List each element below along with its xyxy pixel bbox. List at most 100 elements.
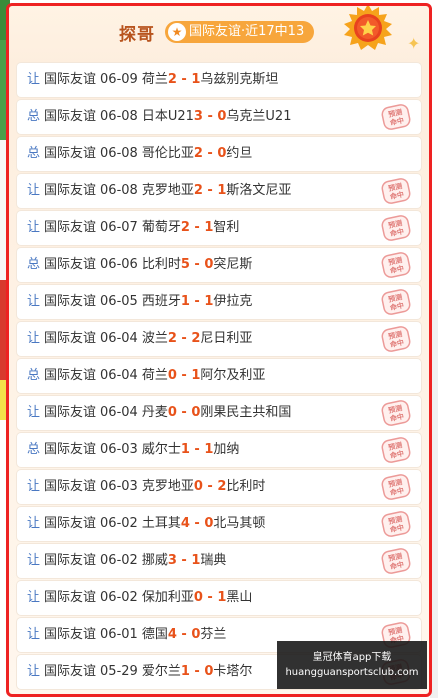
away-team: 约旦: [226, 146, 253, 161]
away-team: 刚果民主共和国: [200, 405, 292, 420]
home-score: 0: [167, 368, 177, 383]
league-name: 国际友谊: [44, 109, 97, 124]
home-score: 1: [180, 664, 190, 679]
away-team: 卡塔尔: [213, 664, 253, 679]
league-name: 国际友谊: [44, 479, 97, 494]
record-row[interactable]: 总国际友谊 06-03 威尔士1 - 1加纳 预测 命中: [17, 433, 421, 467]
home-score: 0: [167, 405, 177, 420]
home-score: 1: [180, 442, 190, 457]
record-row-text: 总国际友谊 06-06 比利时5 - 0突尼斯: [27, 248, 252, 282]
record-row-text: 让国际友谊 06-04 丹麦0 - 0刚果民主共和国: [27, 396, 291, 430]
record-row-text: 让国际友谊 06-02 挪威3 - 1瑞典: [27, 544, 226, 578]
prediction-hit-stamp-icon: 预测命中: [381, 326, 411, 352]
score-separator: -: [189, 294, 205, 309]
league-name: 国际友谊: [44, 331, 97, 346]
record-row[interactable]: 总国际友谊 06-08 日本U213 - 0乌克兰U21 预测 命中: [17, 100, 421, 134]
home-team: 比利时: [141, 257, 181, 272]
match-date: 06-01: [100, 627, 138, 642]
bet-type-tag: 让: [27, 405, 41, 420]
match-date: 06-02: [100, 516, 138, 531]
home-score: 4: [180, 516, 190, 531]
record-row[interactable]: 让国际友谊 06-02 土耳其4 - 0北马其顿 预测 命中: [17, 507, 421, 541]
bet-type-tag: 让: [27, 294, 41, 309]
home-score: 2: [180, 220, 190, 235]
bet-type-tag: 让: [27, 664, 41, 679]
record-row-text: 让国际友谊 06-09 荷兰2 - 1乌兹别克斯坦: [27, 63, 278, 97]
home-score: 2: [167, 331, 177, 346]
score-separator: -: [189, 516, 205, 531]
record-row[interactable]: 让国际友谊 06-09 荷兰2 - 1乌兹别克斯坦: [17, 63, 421, 97]
prediction-hit-stamp-icon: 预测命中: [381, 215, 411, 241]
record-row-text: 让国际友谊 06-08 克罗地亚2 - 1斯洛文尼亚: [27, 174, 291, 208]
match-date: 06-03: [100, 479, 138, 494]
home-team: 荷兰: [141, 368, 168, 383]
away-team: 智利: [213, 220, 240, 235]
away-team: 尼日利亚: [200, 331, 253, 346]
record-badge-label: 国际友谊·近17中13: [189, 24, 305, 39]
record-row[interactable]: 总国际友谊 06-06 比利时5 - 0突尼斯 预测 命中: [17, 248, 421, 282]
record-row[interactable]: 让国际友谊 06-02 保加利亚0 - 1黑山: [17, 581, 421, 615]
league-name: 国际友谊: [44, 590, 97, 605]
league-name: 国际友谊: [44, 664, 97, 679]
match-date: 06-08: [100, 146, 138, 161]
record-row-text: 总国际友谊 06-04 荷兰0 - 1阿尔及利亚: [27, 359, 265, 393]
record-row[interactable]: 总国际友谊 06-04 荷兰0 - 1阿尔及利亚: [17, 359, 421, 393]
bet-type-tag: 让: [27, 553, 41, 568]
record-row[interactable]: 让国际友谊 06-02 挪威3 - 1瑞典 预测 命中: [17, 544, 421, 578]
match-date: 06-07: [100, 220, 138, 235]
league-name: 国际友谊: [44, 516, 97, 531]
record-row[interactable]: 让国际友谊 06-03 克罗地亚0 - 2比利时 预测 命中: [17, 470, 421, 504]
record-row-text: 让国际友谊 05-29 爱尔兰1 - 0卡塔尔: [27, 655, 252, 689]
home-score: 2: [193, 183, 203, 198]
bet-type-tag: 让: [27, 479, 41, 494]
away-team: 乌兹别克斯坦: [200, 72, 279, 87]
score-separator: -: [202, 146, 218, 161]
match-date: 06-04: [100, 368, 138, 383]
score-separator: -: [202, 590, 218, 605]
league-name: 国际友谊: [44, 146, 97, 161]
expert-name: 探哥: [119, 25, 155, 45]
prediction-hit-stamp-icon: 预测命中: [381, 400, 411, 426]
prediction-hit-stamp-icon: 预测命中: [381, 437, 411, 463]
bet-type-tag: 总: [27, 109, 41, 124]
record-row[interactable]: 让国际友谊 06-05 西班牙1 - 1伊拉克 预测 命中: [17, 285, 421, 319]
watermark-line-2: huangguansportsclub.com: [285, 667, 419, 678]
bet-type-tag: 让: [27, 72, 41, 87]
record-row[interactable]: 让国际友谊 06-04 波兰2 - 2尼日利亚 预测 命中: [17, 322, 421, 356]
home-score: 4: [167, 627, 177, 642]
match-date: 06-06: [100, 257, 138, 272]
score-separator: -: [176, 368, 192, 383]
home-team: 葡萄牙: [141, 220, 181, 235]
away-team: 瑞典: [200, 553, 227, 568]
record-row[interactable]: 让国际友谊 06-07 葡萄牙2 - 1智利 预测 命中: [17, 211, 421, 245]
record-row-text: 让国际友谊 06-07 葡萄牙2 - 1智利: [27, 211, 239, 245]
league-name: 国际友谊: [44, 405, 97, 420]
away-team: 阿尔及利亚: [200, 368, 266, 383]
home-team: 土耳其: [141, 516, 181, 531]
away-team: 加纳: [213, 442, 240, 457]
match-date: 06-08: [100, 109, 138, 124]
prediction-hit-stamp-icon: 预测命中: [381, 511, 411, 537]
score-separator: -: [176, 331, 192, 346]
record-row[interactable]: 让国际友谊 06-04 丹麦0 - 0刚果民主共和国 预测 命中: [17, 396, 421, 430]
record-row[interactable]: 总国际友谊 06-08 哥伦比亚2 - 0约旦: [17, 137, 421, 171]
away-team: 北马其顿: [213, 516, 266, 531]
league-name: 国际友谊: [44, 627, 97, 642]
record-row[interactable]: 让国际友谊 06-08 克罗地亚2 - 1斯洛文尼亚 预测 命中: [17, 174, 421, 208]
league-name: 国际友谊: [44, 220, 97, 235]
match-date: 06-03: [100, 442, 138, 457]
record-row-text: 让国际友谊 06-03 克罗地亚0 - 2比利时: [27, 470, 265, 504]
away-team: 突尼斯: [213, 257, 253, 272]
away-team: 斯洛文尼亚: [226, 183, 292, 198]
match-date: 06-08: [100, 183, 138, 198]
match-date: 06-02: [100, 590, 138, 605]
home-team: 保加利亚: [141, 590, 194, 605]
record-row-text: 让国际友谊 06-01 德国4 - 0芬兰: [27, 618, 226, 652]
home-score: 3: [193, 109, 203, 124]
bet-type-tag: 总: [27, 442, 41, 457]
home-team: 日本U21: [141, 109, 194, 124]
score-separator: -: [202, 479, 218, 494]
score-separator: -: [189, 664, 205, 679]
home-team: 威尔士: [141, 442, 181, 457]
record-row-text: 让国际友谊 06-02 保加利亚0 - 1黑山: [27, 581, 252, 615]
